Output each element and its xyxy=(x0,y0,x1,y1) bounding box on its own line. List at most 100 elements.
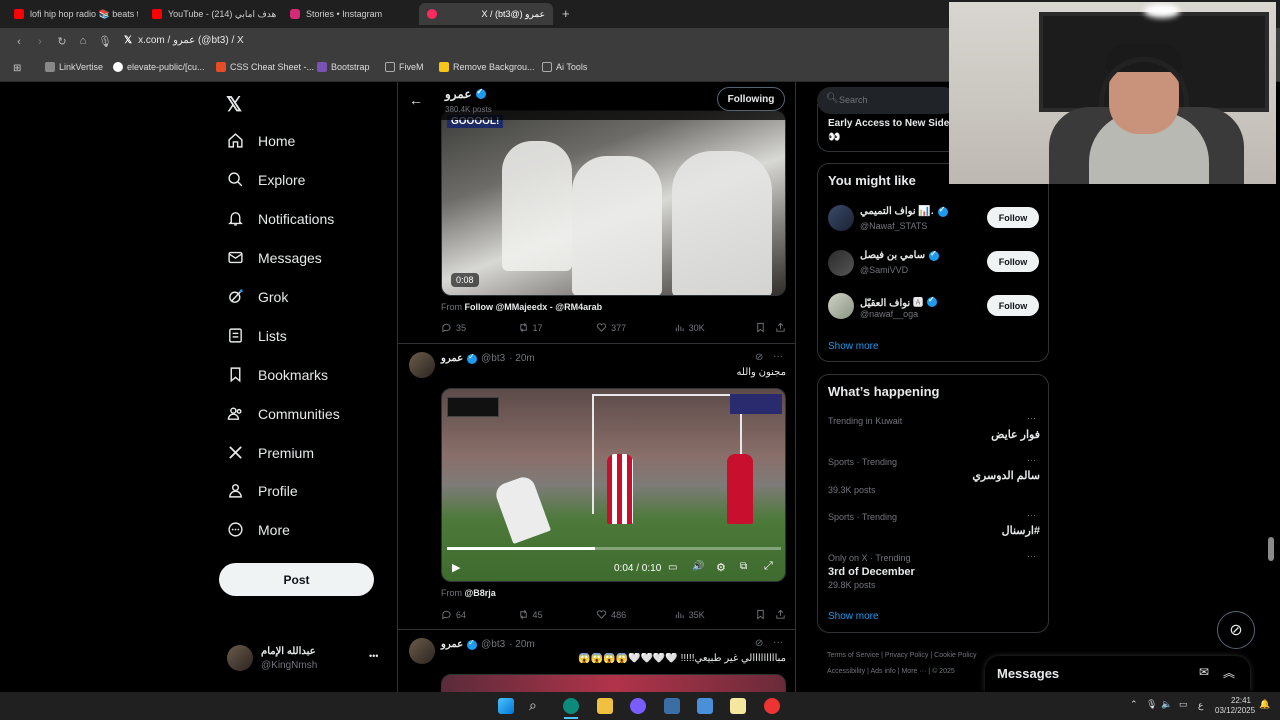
bookmark-tweet-button[interactable] xyxy=(755,609,775,620)
tray-mic-icon[interactable]: 🎙 xyxy=(1146,699,1157,710)
x-logo-icon[interactable]: 𝕏 xyxy=(226,92,242,117)
avatar[interactable] xyxy=(828,293,854,319)
trend-name[interactable]: 3rd of December xyxy=(828,566,915,578)
show-more-link[interactable]: Show more xyxy=(828,611,879,622)
show-more-link[interactable]: Show more xyxy=(828,341,879,352)
like-button[interactable]: 377 xyxy=(596,322,674,333)
bookmark-ai-tools[interactable]: Ai Tools xyxy=(542,62,587,72)
avatar[interactable] xyxy=(828,205,854,231)
microphone-icon[interactable]: 🎙 xyxy=(95,35,115,48)
back-arrow-icon[interactable]: ← xyxy=(409,92,423,108)
captions-icon[interactable]: ▭ xyxy=(668,562,677,573)
volume-icon[interactable]: 🔊 xyxy=(692,561,704,572)
bookmark-css[interactable]: CSS Cheat Sheet -... xyxy=(216,62,314,72)
video-progress-remaining[interactable] xyxy=(595,547,781,550)
play-icon[interactable]: ▶ xyxy=(452,561,460,574)
video-progress-played[interactable] xyxy=(447,547,595,550)
footer-link[interactable]: Privacy Policy xyxy=(885,652,929,659)
home-browser-icon[interactable]: ⌂ xyxy=(73,35,93,47)
post-button[interactable]: Post xyxy=(219,563,374,596)
settings-gear-icon[interactable]: ⚙ xyxy=(716,561,726,574)
suggested-user-name[interactable]: نواف العقيّل 🅰 xyxy=(860,294,937,309)
windows-start-icon[interactable] xyxy=(498,698,514,714)
sidebar-item-premium[interactable]: Premium xyxy=(227,444,314,461)
more-horizontal-icon[interactable]: ••• xyxy=(369,651,378,661)
suggested-user-name[interactable]: نواف التميمي 📊. xyxy=(860,205,948,217)
trend-menu-icon[interactable]: ··· xyxy=(1027,510,1036,520)
bookmark-fivem[interactable]: FiveM xyxy=(385,62,424,72)
bookmark-bootstrap[interactable]: Bootstrap xyxy=(317,62,370,72)
tweet-video-2[interactable]: ▶ 0:04 / 0:10 ▭ 🔊 ⚙ ⧉ ⤢ xyxy=(441,388,786,582)
new-message-icon[interactable]: ✉ xyxy=(1199,665,1209,679)
bookmark-github[interactable]: elevate-public/[cu... xyxy=(113,62,205,72)
sidebar-item-grok[interactable]: Grok xyxy=(227,288,288,305)
tray-network-icon[interactable]: ▭ xyxy=(1179,699,1188,710)
grok-explain-icon[interactable]: ⊘ xyxy=(755,638,763,649)
trend-name[interactable]: سالم الدوسري xyxy=(828,469,1040,482)
scrollbar-thumb[interactable] xyxy=(1268,537,1274,561)
footer-link[interactable]: Ads info xyxy=(870,668,895,675)
sidebar-item-profile[interactable]: Profile xyxy=(227,482,298,499)
views-button[interactable]: 30K xyxy=(674,322,756,333)
bookmark-removebg[interactable]: Remove Backgrou... xyxy=(439,62,535,72)
edge-browser-icon[interactable] xyxy=(563,698,579,714)
footer-link[interactable]: Cookie Policy xyxy=(934,652,976,659)
chrome-icon[interactable] xyxy=(764,698,780,714)
views-button[interactable]: 35K xyxy=(674,609,756,620)
from-link[interactable]: @B8rja xyxy=(465,588,496,598)
trend-menu-icon[interactable]: ··· xyxy=(1027,551,1036,561)
tab-lofi[interactable]: lofi hip hop radio 📚 beats to xyxy=(6,3,138,25)
notes-icon[interactable] xyxy=(730,698,746,714)
reload-icon[interactable]: ↻ xyxy=(52,35,72,48)
url-field[interactable]: 𝕏 x.com / عمرو (@bt3) / X xyxy=(124,35,244,46)
tray-language[interactable]: ع xyxy=(1198,700,1203,711)
tab-youtube[interactable]: YouTube - هدف امابي (214) xyxy=(144,3,284,25)
sidebar-item-home[interactable]: Home xyxy=(227,132,295,149)
from-link[interactable]: Follow @MMajeedx - @RM4arab xyxy=(465,302,603,312)
file-explorer-icon[interactable] xyxy=(597,698,613,714)
chevron-up-icon[interactable]: ︽ xyxy=(1223,664,1235,681)
author-name[interactable]: عمرو xyxy=(441,639,463,650)
grok-floating-icon[interactable]: ⊘ xyxy=(1217,611,1255,649)
sidebar-item-lists[interactable]: Lists xyxy=(227,327,287,344)
sidebar-item-bookmarks[interactable]: Bookmarks xyxy=(227,366,328,383)
trend-menu-icon[interactable]: ··· xyxy=(1027,413,1036,423)
share-button[interactable] xyxy=(775,609,786,620)
tweet-menu-icon[interactable]: ··· xyxy=(773,351,783,362)
footer-link[interactable]: More ··· xyxy=(901,668,926,675)
photos-icon[interactable] xyxy=(697,698,713,714)
tray-chevron-icon[interactable]: ⌃ xyxy=(1130,699,1138,710)
messages-drawer[interactable]: Messages ✉ ︽ xyxy=(985,656,1250,692)
tweet-video-3[interactable] xyxy=(441,674,786,692)
retweet-button[interactable]: 45 xyxy=(518,609,597,620)
follow-button[interactable]: Follow xyxy=(987,207,1039,228)
tweet-video-1[interactable]: GOOOOL! 0:08 xyxy=(441,110,786,296)
grok-explain-icon[interactable]: ⊘ xyxy=(755,352,763,363)
tweet-menu-icon[interactable]: ··· xyxy=(773,637,783,648)
trend-menu-icon[interactable]: ··· xyxy=(1027,455,1036,465)
bookmark-tweet-button[interactable] xyxy=(755,322,775,333)
tab-x-active[interactable]: X / (bt3@) عمرو xyxy=(419,3,553,25)
calculator-icon[interactable] xyxy=(664,698,680,714)
apps-grid-icon[interactable]: ⊞ xyxy=(13,63,21,74)
sidebar-item-messages[interactable]: Messages xyxy=(227,249,322,266)
following-button[interactable]: Following xyxy=(717,87,785,111)
notification-bell-icon[interactable]: 🔔 xyxy=(1259,699,1270,710)
retweet-button[interactable]: 17 xyxy=(518,322,597,333)
tray-clock[interactable]: 22:41 03/12/2025 xyxy=(1215,696,1255,716)
tab-instagram[interactable]: Stories • Instagram xyxy=(282,3,414,25)
fullscreen-icon[interactable]: ⤢ xyxy=(764,560,773,573)
author-name[interactable]: عمرو xyxy=(441,353,463,364)
like-button[interactable]: 486 xyxy=(596,609,674,620)
back-icon[interactable]: ‹ xyxy=(9,36,29,48)
sidebar-item-explore[interactable]: Explore xyxy=(227,171,305,188)
sidebar-item-notifications[interactable]: Notifications xyxy=(227,210,334,227)
bookmark-linkvertise[interactable]: LinkVertise xyxy=(45,62,103,72)
share-button[interactable] xyxy=(775,322,786,333)
account-switcher[interactable]: عبدالله الإمام @KingNmsh ••• xyxy=(227,645,387,677)
footer-link[interactable]: Terms of Service xyxy=(827,652,879,659)
reply-button[interactable]: 35 xyxy=(441,322,518,333)
pip-icon[interactable]: ⧉ xyxy=(740,561,747,572)
trend-name[interactable]: فوار عايض xyxy=(828,428,1040,441)
follow-button[interactable]: Follow xyxy=(987,295,1039,316)
